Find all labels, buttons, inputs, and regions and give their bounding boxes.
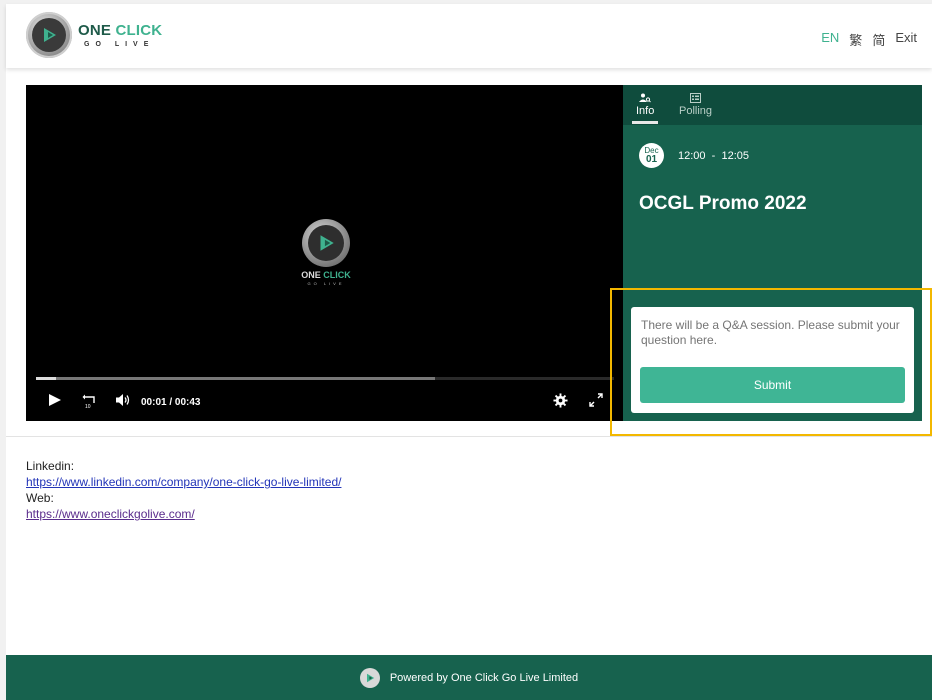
fullscreen-icon	[589, 393, 603, 407]
time-dash: -	[711, 149, 716, 162]
fullscreen-button[interactable]	[589, 393, 603, 407]
language-switcher: EN 繁 简 Exit	[821, 30, 917, 49]
logo-title-main: ONE	[78, 21, 112, 39]
lang-traditional-link[interactable]: 繁	[849, 30, 862, 49]
event-title: OCGL Promo 2022	[639, 193, 807, 214]
logo-subtitle: GO LIVE	[84, 40, 155, 48]
date-day: 01	[645, 154, 658, 165]
event-date-row: Dec 01 12:00 - 12:05	[639, 143, 749, 168]
video-play-logo-icon	[308, 225, 344, 261]
current-time: 00:01	[141, 397, 167, 408]
highlight-frame	[610, 288, 932, 436]
duration: 00:43	[174, 397, 201, 408]
links-section: Linkedin: https://www.linkedin.com/compa…	[26, 458, 341, 522]
volume-icon	[116, 394, 130, 406]
logo-disc	[26, 12, 72, 58]
video-player[interactable]: ONE CLICK GO LIVE 10 00:01 / 00:43	[26, 85, 624, 421]
top-header: ONE CLICK GO LIVE EN 繁 简 Exit	[6, 4, 932, 68]
tab-info[interactable]: Info	[631, 93, 659, 124]
linkedin-label: Linkedin:	[26, 459, 75, 473]
logo-text: ONE CLICK GO LIVE	[78, 23, 162, 48]
time-end: 12:05	[721, 149, 749, 162]
video-center-logo: ONE CLICK GO LIVE	[296, 219, 356, 286]
footer-text: Powered by One Click Go Live Limited	[389, 671, 579, 684]
panel-tabs: Info Polling	[623, 85, 922, 125]
video-logo-title: ONE CLICK	[296, 270, 356, 280]
video-controls: 10 00:01 / 00:43	[26, 385, 624, 421]
video-logo-disc	[302, 219, 350, 267]
web-label: Web:	[26, 491, 54, 505]
time-start: 12:00	[678, 149, 706, 162]
rewind-icon: 10	[82, 394, 95, 409]
video-logo-title-accent: CLICK	[323, 270, 351, 280]
volume-button[interactable]	[115, 393, 131, 407]
footer-logo-icon	[359, 667, 380, 688]
lang-simplified-link[interactable]: 简	[872, 30, 885, 49]
website-link[interactable]: https://www.oneclickgolive.com/	[26, 506, 341, 522]
play-logo-icon	[32, 18, 66, 52]
gear-icon	[553, 393, 568, 408]
footer: Powered by One Click Go Live Limited	[6, 655, 932, 700]
rewind-seconds-label: 10	[85, 404, 91, 409]
date-badge: Dec 01	[639, 143, 664, 168]
tab-info-label: Info	[636, 105, 655, 117]
tab-polling-label: Polling	[679, 105, 713, 117]
video-logo-title-main: ONE	[301, 270, 321, 280]
exit-link[interactable]: Exit	[895, 30, 917, 49]
linkedin-link[interactable]: https://www.linkedin.com/company/one-cli…	[26, 474, 341, 490]
polling-icon	[679, 93, 712, 105]
video-logo-subtitle: GO LIVE	[307, 281, 345, 286]
brand-logo[interactable]: ONE CLICK GO LIVE	[26, 12, 162, 58]
seek-bar[interactable]	[36, 377, 614, 380]
event-time-range: 12:00 - 12:05	[678, 150, 749, 162]
settings-button[interactable]	[553, 393, 568, 408]
played-bar	[36, 377, 57, 380]
tab-polling[interactable]: Polling	[679, 93, 712, 117]
logo-title-accent: CLICK	[115, 21, 163, 39]
lang-en-link[interactable]: EN	[821, 30, 839, 49]
person-search-icon	[636, 93, 654, 105]
logo-title: ONE CLICK	[78, 23, 162, 38]
play-icon	[49, 394, 61, 406]
time-separator: /	[169, 397, 173, 408]
play-button[interactable]	[48, 393, 62, 407]
content-divider	[6, 436, 932, 437]
page: ONE CLICK GO LIVE EN 繁 简 Exit ONE CLICK …	[6, 4, 932, 700]
rewind-10-button[interactable]: 10	[82, 393, 98, 409]
time-display: 00:01 / 00:43	[141, 397, 201, 408]
buffered-bar	[36, 377, 435, 380]
